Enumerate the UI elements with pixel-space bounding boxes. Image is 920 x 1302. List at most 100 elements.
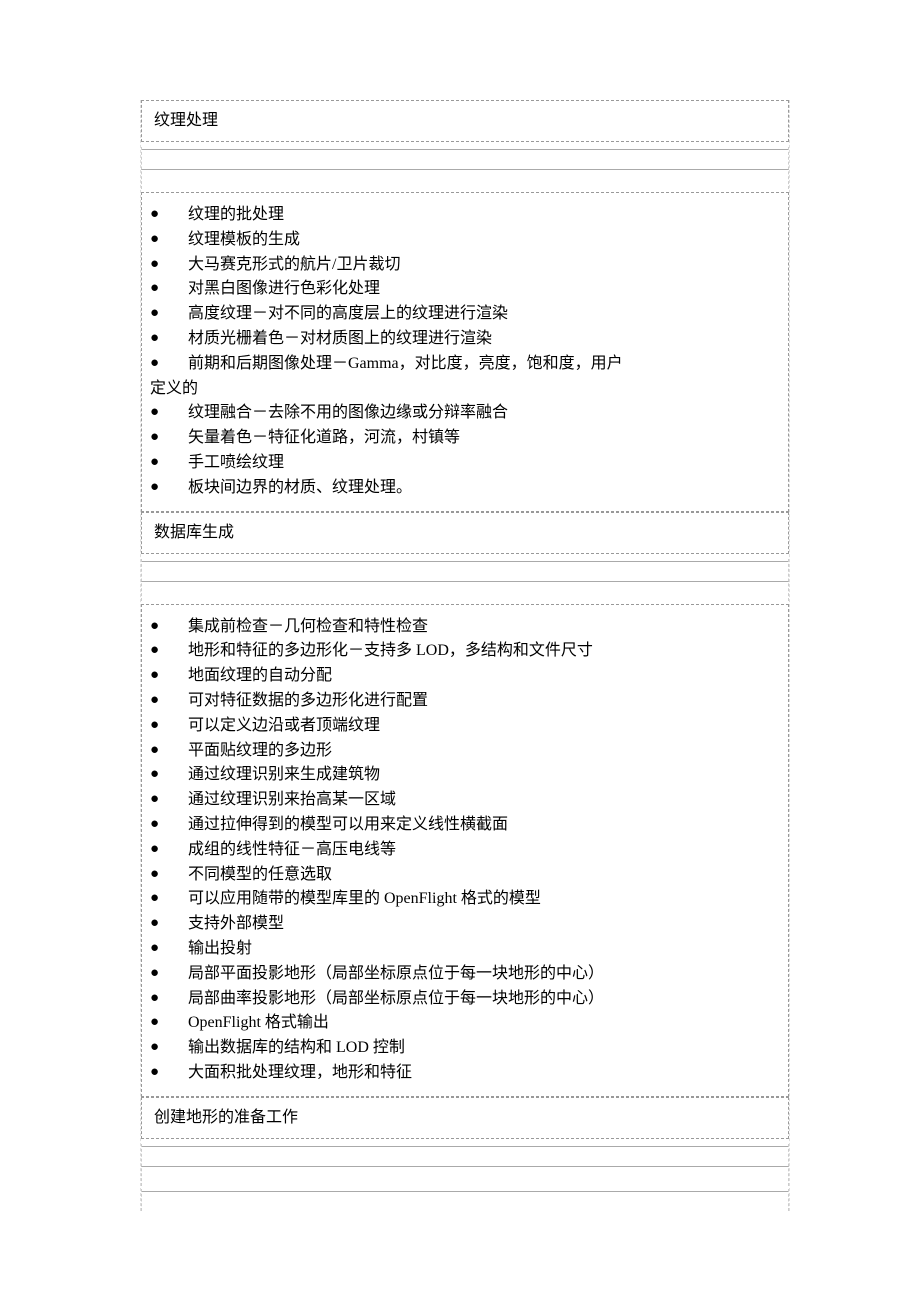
list-item: ●手工喷绘纹理 bbox=[148, 451, 782, 476]
item-text: 材质光栅着色－对材质图上的纹理进行渲染 bbox=[188, 327, 782, 352]
item-text: 手工喷绘纹理 bbox=[188, 451, 782, 476]
content-box-1: ●纹理的批处理 ●纹理模板的生成 ●大马赛克形式的航片/卫片裁切 ●对黑白图像进… bbox=[141, 192, 789, 512]
list-item: ●支持外部模型 bbox=[148, 912, 782, 937]
list-item: ●局部曲率投影地形（局部坐标原点位于每一块地形的中心） bbox=[148, 987, 782, 1012]
item-text: 地形和特征的多边形化－支持多 LOD，多结构和文件尺寸 bbox=[188, 639, 782, 664]
item-text: 集成前检查－几何检查和特性检查 bbox=[188, 615, 782, 640]
bullet-icon: ● bbox=[148, 203, 188, 226]
item-text: 前期和后期图像处理－Gamma，对比度，亮度，饱和度，用户 bbox=[188, 352, 782, 377]
list-item: ●局部平面投影地形（局部坐标原点位于每一块地形的中心） bbox=[148, 962, 782, 987]
list-item: ●可对特征数据的多边形化进行配置 bbox=[148, 689, 782, 714]
list-item: ●高度纹理－对不同的高度层上的纹理进行渲染 bbox=[148, 302, 782, 327]
item-text: 输出数据库的结构和 LOD 控制 bbox=[188, 1036, 782, 1061]
bullet-icon: ● bbox=[148, 838, 188, 861]
list-item: ●通过纹理识别来生成建筑物 bbox=[148, 763, 782, 788]
bullet-icon: ● bbox=[148, 937, 188, 960]
bullet-icon: ● bbox=[148, 352, 188, 375]
bullet-icon: ● bbox=[148, 863, 188, 886]
bullet-icon: ● bbox=[148, 401, 188, 424]
bullet-icon: ● bbox=[148, 615, 188, 638]
list-item: ●材质光栅着色－对材质图上的纹理进行渲染 bbox=[148, 327, 782, 352]
item-text: 纹理的批处理 bbox=[188, 203, 782, 228]
list-item: ●纹理模板的生成 bbox=[148, 228, 782, 253]
item-text: 通过纹理识别来生成建筑物 bbox=[188, 763, 782, 788]
list-item: ●输出投射 bbox=[148, 937, 782, 962]
bullet-icon: ● bbox=[148, 813, 188, 836]
spacer bbox=[141, 147, 789, 189]
item-text: 纹理融合－去除不用的图像边缘或分辩率融合 bbox=[188, 401, 782, 426]
list-item: ●OpenFlight 格式输出 bbox=[148, 1011, 782, 1036]
content-box-2: ●集成前检查－几何检查和特性检查 ●地形和特征的多边形化－支持多 LOD，多结构… bbox=[141, 604, 789, 1097]
item-text: 通过拉伸得到的模型可以用来定义线性横截面 bbox=[188, 813, 782, 838]
bullet-icon: ● bbox=[148, 451, 188, 474]
section-header-3: 创建地形的准备工作 bbox=[141, 1097, 789, 1139]
bullet-icon: ● bbox=[148, 962, 188, 985]
list-item: ●不同模型的任意选取 bbox=[148, 863, 782, 888]
list-item: ●集成前检查－几何检查和特性检查 bbox=[148, 615, 782, 640]
list-item: ●纹理的批处理 bbox=[148, 203, 782, 228]
list-item: ●矢量着色－特征化道路，河流，村镇等 bbox=[148, 426, 782, 451]
item-text: 局部曲率投影地形（局部坐标原点位于每一块地形的中心） bbox=[188, 987, 782, 1012]
item-text: 平面贴纹理的多边形 bbox=[188, 739, 782, 764]
list-item: ●板块间边界的材质、纹理处理。 bbox=[148, 476, 782, 501]
bullet-icon: ● bbox=[148, 714, 188, 737]
item-text: 输出投射 bbox=[188, 937, 782, 962]
spacer bbox=[141, 1189, 789, 1211]
bullet-icon: ● bbox=[148, 228, 188, 251]
item-text: 支持外部模型 bbox=[188, 912, 782, 937]
list-item: ●可以定义边沿或者顶端纹理 bbox=[148, 714, 782, 739]
list-item: ●纹理融合－去除不用的图像边缘或分辩率融合 bbox=[148, 401, 782, 426]
bullet-icon: ● bbox=[148, 253, 188, 276]
bullet-icon: ● bbox=[148, 1011, 188, 1034]
item-text: 大马赛克形式的航片/卫片裁切 bbox=[188, 253, 782, 278]
spacer bbox=[141, 559, 789, 601]
item-text: 大面积批处理纹理，地形和特征 bbox=[188, 1061, 782, 1086]
section-title: 纹理处理 bbox=[154, 112, 218, 129]
list-item: ●地形和特征的多边形化－支持多 LOD，多结构和文件尺寸 bbox=[148, 639, 782, 664]
section-title: 数据库生成 bbox=[154, 524, 234, 541]
list-item: ●输出数据库的结构和 LOD 控制 bbox=[148, 1036, 782, 1061]
section-header-1: 纹理处理 bbox=[141, 100, 789, 142]
item-text: 成组的线性特征－高压电线等 bbox=[188, 838, 782, 863]
bullet-icon: ● bbox=[148, 639, 188, 662]
item-text: 可以定义边沿或者顶端纹理 bbox=[188, 714, 782, 739]
list-item: ●可以应用随带的模型库里的 OpenFlight 格式的模型 bbox=[148, 887, 782, 912]
item-text: 纹理模板的生成 bbox=[188, 228, 782, 253]
item-text: 板块间边界的材质、纹理处理。 bbox=[188, 476, 782, 501]
list-item: ●大马赛克形式的航片/卫片裁切 bbox=[148, 253, 782, 278]
bullet-icon: ● bbox=[148, 664, 188, 687]
item-text: 可对特征数据的多边形化进行配置 bbox=[188, 689, 782, 714]
list-item: ●前期和后期图像处理－Gamma，对比度，亮度，饱和度，用户 bbox=[148, 352, 782, 377]
list-item: ●对黑白图像进行色彩化处理 bbox=[148, 277, 782, 302]
item-text: 地面纹理的自动分配 bbox=[188, 664, 782, 689]
list-item: ●成组的线性特征－高压电线等 bbox=[148, 838, 782, 863]
list-item: ●通过拉伸得到的模型可以用来定义线性横截面 bbox=[148, 813, 782, 838]
bullet-icon: ● bbox=[148, 1036, 188, 1059]
list-item: ●平面贴纹理的多边形 bbox=[148, 739, 782, 764]
bullet-icon: ● bbox=[148, 788, 188, 811]
list-item: ●通过纹理识别来抬高某一区域 bbox=[148, 788, 782, 813]
item-text: 矢量着色－特征化道路，河流，村镇等 bbox=[188, 426, 782, 451]
item-text: 不同模型的任意选取 bbox=[188, 863, 782, 888]
item-text: 可以应用随带的模型库里的 OpenFlight 格式的模型 bbox=[188, 887, 782, 912]
bullet-icon: ● bbox=[148, 327, 188, 350]
bullet-icon: ● bbox=[148, 1061, 188, 1084]
bullet-icon: ● bbox=[148, 426, 188, 449]
item-text: 高度纹理－对不同的高度层上的纹理进行渲染 bbox=[188, 302, 782, 327]
item-text: 通过纹理识别来抬高某一区域 bbox=[188, 788, 782, 813]
section-header-2: 数据库生成 bbox=[141, 512, 789, 554]
section-title: 创建地形的准备工作 bbox=[154, 1109, 298, 1126]
item-text: 对黑白图像进行色彩化处理 bbox=[188, 277, 782, 302]
bullet-icon: ● bbox=[148, 476, 188, 499]
item-text: 局部平面投影地形（局部坐标原点位于每一块地形的中心） bbox=[188, 962, 782, 987]
continuation-text: 定义的 bbox=[148, 377, 782, 402]
bullet-icon: ● bbox=[148, 689, 188, 712]
item-text: OpenFlight 格式输出 bbox=[188, 1011, 782, 1036]
list-item: ●地面纹理的自动分配 bbox=[148, 664, 782, 689]
bullet-icon: ● bbox=[148, 302, 188, 325]
bullet-icon: ● bbox=[148, 987, 188, 1010]
spacer bbox=[141, 1144, 789, 1186]
bullet-icon: ● bbox=[148, 739, 188, 762]
bullet-icon: ● bbox=[148, 763, 188, 786]
list-item: ●大面积批处理纹理，地形和特征 bbox=[148, 1061, 782, 1086]
